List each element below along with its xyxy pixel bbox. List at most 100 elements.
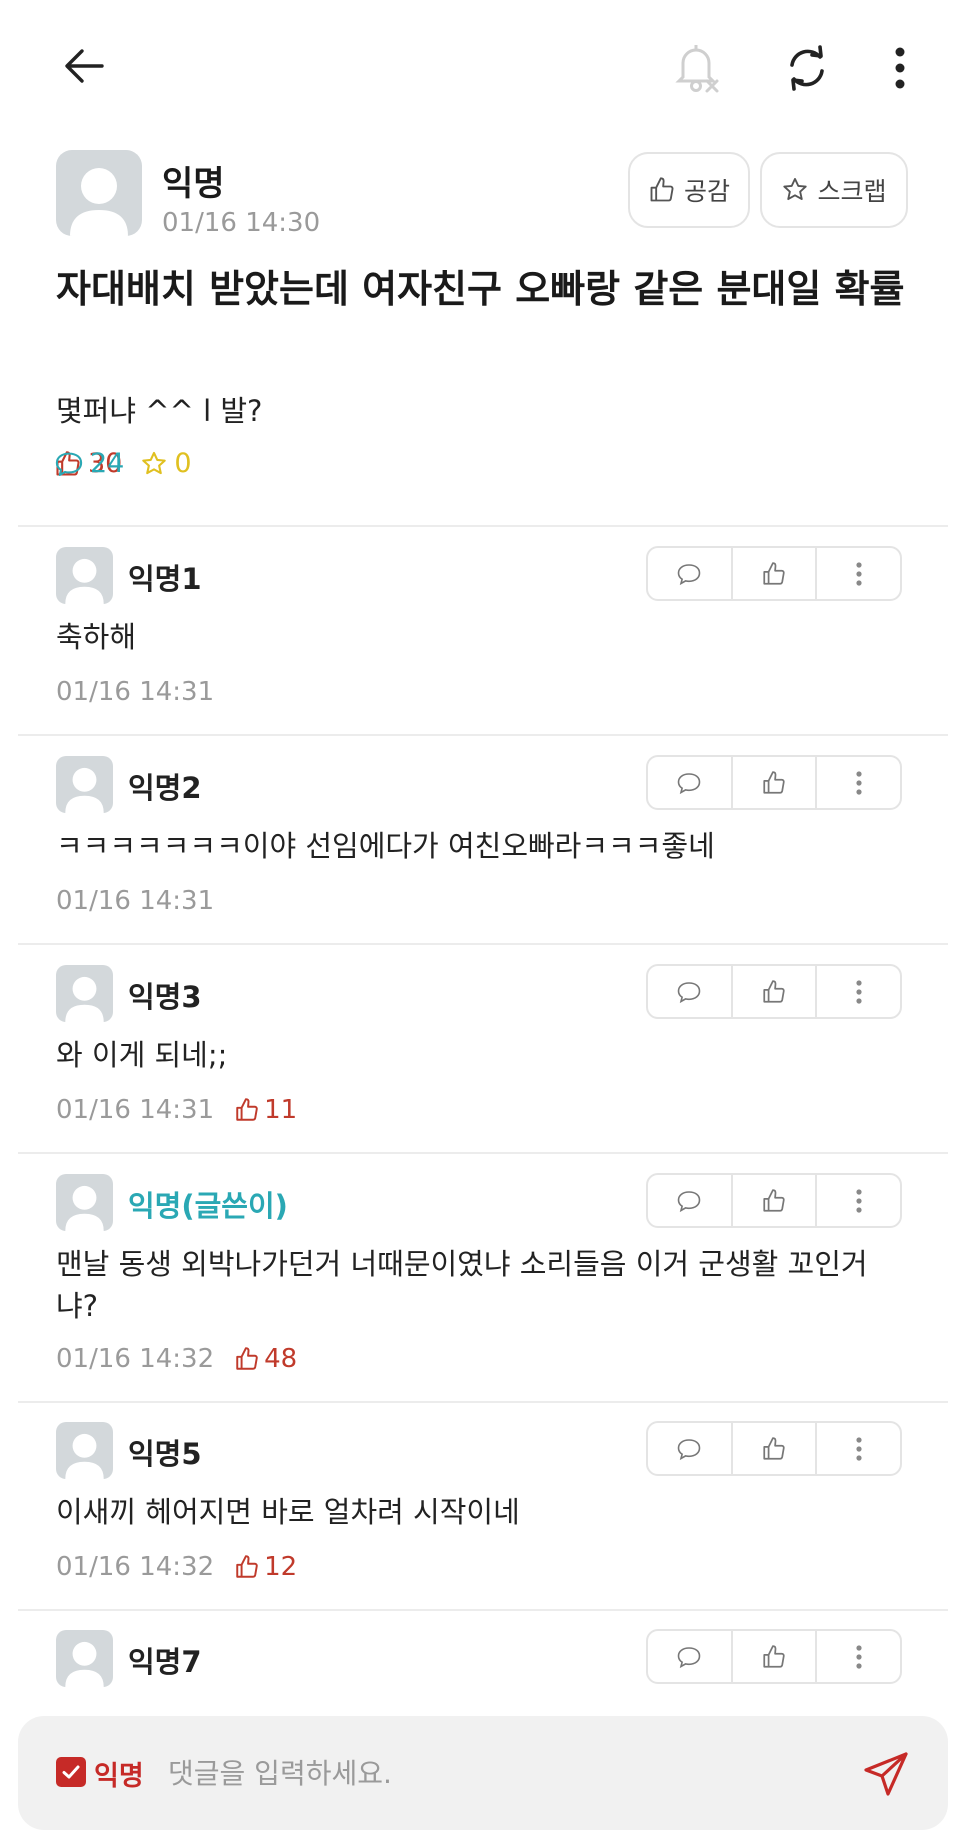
post-header: 익명 01/16 14:30 공감 스크랩 bbox=[56, 150, 916, 246]
thumbs-up-icon bbox=[763, 1436, 785, 1460]
divider bbox=[18, 525, 948, 527]
comment-meta: 01/16 14:32 12 bbox=[56, 1552, 297, 1582]
comment-like-button[interactable] bbox=[733, 548, 818, 599]
reply-button[interactable] bbox=[648, 1175, 733, 1226]
comment-like-button[interactable] bbox=[733, 757, 818, 808]
reply-button[interactable] bbox=[648, 757, 733, 808]
comment-text: ㅋㅋㅋㅋㅋㅋㅋ이야 선임에다가 여친오빠라ㅋㅋㅋ좋네 bbox=[56, 829, 715, 863]
reply-button[interactable] bbox=[648, 966, 733, 1017]
avatar bbox=[56, 1174, 113, 1231]
comment-input[interactable] bbox=[168, 1746, 808, 1800]
more-vertical-icon bbox=[856, 1188, 862, 1213]
default-avatar-icon bbox=[65, 767, 104, 813]
paper-plane-icon bbox=[864, 1752, 908, 1796]
speech-bubble-icon bbox=[678, 1438, 701, 1460]
comment-more-button[interactable] bbox=[817, 548, 900, 599]
comment-meta: 01/16 14:31 11 bbox=[56, 1095, 297, 1125]
comment-timestamp: 01/16 14:31 bbox=[56, 677, 215, 707]
speech-bubble-icon bbox=[678, 1646, 701, 1668]
comment-more-button[interactable] bbox=[817, 757, 900, 808]
comment-like-value: 48 bbox=[264, 1344, 298, 1374]
thumbs-up-icon bbox=[763, 770, 785, 794]
avatar bbox=[56, 965, 113, 1022]
comment-timestamp: 01/16 14:32 bbox=[56, 1344, 215, 1374]
default-avatar-icon bbox=[65, 558, 104, 604]
comment-like-button[interactable] bbox=[733, 1631, 818, 1682]
post-stats: 30 24 0 bbox=[54, 448, 210, 479]
bell-off-icon bbox=[675, 45, 719, 93]
comment-text: 와 이게 되네;; bbox=[56, 1038, 228, 1072]
arrow-left-icon bbox=[65, 49, 104, 83]
comment-timestamp: 01/16 14:32 bbox=[56, 1552, 215, 1582]
speech-bubble-icon bbox=[678, 1190, 701, 1212]
more-vertical-icon bbox=[856, 1644, 862, 1669]
thumbs-up-icon bbox=[763, 979, 785, 1003]
comment-more-button[interactable] bbox=[817, 1175, 900, 1226]
comment-like-count: 12 bbox=[234, 1552, 297, 1582]
thumbs-up-icon bbox=[236, 1098, 258, 1121]
comment-more-button[interactable] bbox=[817, 1631, 900, 1682]
post-body: 몇퍼냐 ^^ l 발? bbox=[56, 394, 263, 428]
comment-author: 익명5 bbox=[128, 1437, 202, 1471]
divider bbox=[18, 734, 948, 736]
thumbs-up-icon bbox=[236, 1347, 258, 1370]
comment-actions bbox=[646, 1629, 902, 1684]
comment-actions bbox=[646, 1421, 902, 1476]
send-button[interactable] bbox=[858, 1746, 914, 1802]
default-avatar-icon bbox=[65, 976, 104, 1022]
thumbs-up-icon bbox=[763, 1644, 785, 1668]
post-like-label: 공감 bbox=[683, 177, 730, 206]
avatar bbox=[56, 150, 142, 236]
speech-bubble-icon bbox=[678, 772, 701, 794]
refresh-icon bbox=[790, 45, 824, 91]
reply-button[interactable] bbox=[648, 1631, 733, 1682]
back-button[interactable] bbox=[54, 36, 114, 96]
more-vertical-icon bbox=[856, 979, 862, 1004]
default-avatar-icon bbox=[65, 1433, 104, 1479]
more-vertical-icon bbox=[856, 770, 862, 795]
reply-button[interactable] bbox=[648, 548, 733, 599]
comment-like-count: 11 bbox=[234, 1095, 297, 1125]
comment-text: 맨날 동생 외박나가던거 너때문이였냐 소리들음 이거 군생활 꼬인거냐? bbox=[56, 1247, 868, 1323]
thumbs-up-icon bbox=[763, 561, 785, 585]
comment-text: 축하해 bbox=[56, 620, 137, 654]
speech-bubble-icon bbox=[55, 452, 83, 476]
more-vertical-icon bbox=[856, 561, 862, 586]
comment-more-button[interactable] bbox=[817, 1423, 900, 1474]
post-timestamp: 01/16 14:30 bbox=[162, 208, 321, 238]
thumbs-up-icon bbox=[236, 1555, 258, 1578]
post-scrap-label: 스크랩 bbox=[817, 177, 887, 206]
speech-bubble-icon bbox=[678, 981, 701, 1003]
anonymous-label[interactable]: 익명 bbox=[94, 1754, 144, 1793]
comment-meta: 01/16 14:31 bbox=[56, 677, 214, 707]
comment-timestamp: 01/16 14:31 bbox=[56, 886, 215, 916]
divider bbox=[18, 1401, 948, 1403]
checkmark-icon bbox=[62, 1765, 80, 1779]
post-like-button[interactable]: 공감 bbox=[628, 152, 750, 228]
thumbs-up-icon bbox=[763, 1188, 785, 1212]
more-options-button[interactable] bbox=[872, 36, 928, 100]
more-vertical-icon bbox=[895, 47, 905, 89]
default-avatar-icon bbox=[65, 1641, 104, 1687]
comment-actions bbox=[646, 1173, 902, 1228]
default-avatar-icon bbox=[65, 1185, 104, 1231]
anonymous-checkbox[interactable] bbox=[56, 1757, 86, 1787]
notification-toggle-button[interactable] bbox=[668, 36, 728, 100]
comment-like-button[interactable] bbox=[733, 1423, 818, 1474]
comment-author: 익명7 bbox=[128, 1645, 202, 1679]
reply-button[interactable] bbox=[648, 1423, 733, 1474]
post-comment-value: 24 bbox=[90, 448, 125, 479]
divider bbox=[18, 1609, 948, 1611]
comment-author: 익명2 bbox=[128, 771, 202, 805]
comment-like-button[interactable] bbox=[733, 1175, 818, 1226]
avatar bbox=[56, 547, 113, 604]
default-avatar-icon bbox=[70, 168, 128, 236]
comment-text: 이새끼 헤어지면 바로 얼차려 시작이네 bbox=[56, 1495, 520, 1529]
comment-meta: 01/16 14:32 48 bbox=[56, 1344, 297, 1374]
post-scrap-button[interactable]: 스크랩 bbox=[760, 152, 908, 228]
refresh-button[interactable] bbox=[772, 36, 842, 100]
comment-more-button[interactable] bbox=[817, 966, 900, 1017]
comment-like-button[interactable] bbox=[733, 966, 818, 1017]
comment-timestamp: 01/16 14:31 bbox=[56, 1095, 215, 1125]
comment-author: 익명1 bbox=[128, 562, 202, 596]
